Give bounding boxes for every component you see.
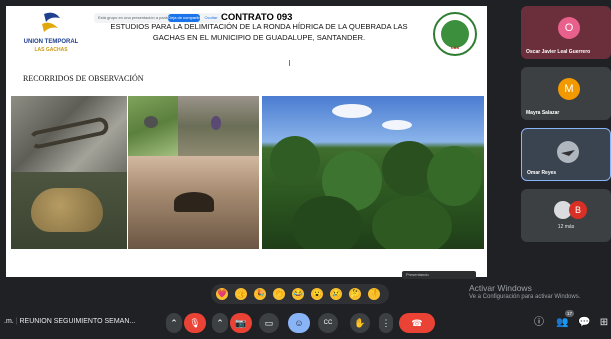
tree-shape bbox=[270, 136, 320, 186]
logo-mark-icon bbox=[42, 12, 60, 32]
union-temporal-logo: UNION TEMPORAL LAS GACHAS bbox=[16, 12, 86, 56]
avatar: B bbox=[569, 201, 587, 219]
slide-title-line1: ESTUDIOS PARA LA DELIMITACIÓN DE LA ROND… bbox=[110, 22, 408, 31]
seal-emblem bbox=[441, 20, 469, 48]
tree-shape bbox=[372, 196, 452, 249]
mic-options-button[interactable]: ⌃ bbox=[166, 313, 182, 333]
more-options-button[interactable]: ⋮ bbox=[379, 313, 393, 333]
meeting-name: REUNION SEGUIMIENTO SEMAN... bbox=[19, 318, 136, 325]
emoji-icon: ☺ bbox=[294, 318, 304, 328]
participant-count-badge: 17 bbox=[565, 310, 574, 317]
raise-hand-button[interactable]: ✋ bbox=[350, 313, 370, 333]
meeting-info: .m. | REUNION SEGUIMIENTO SEMAN... bbox=[4, 318, 135, 325]
people-icon: 👥 bbox=[556, 317, 569, 328]
chevron-up-icon: ⌃ bbox=[216, 318, 224, 328]
bird-shape bbox=[211, 116, 221, 130]
present-button[interactable]: ▭ bbox=[259, 313, 279, 333]
avatar bbox=[557, 141, 579, 163]
chevron-up-icon: ⌃ bbox=[170, 318, 178, 328]
stop-sharing-button[interactable]: Deja de compartir bbox=[168, 14, 200, 22]
hand-icon: ✋ bbox=[354, 318, 366, 328]
participant-tile[interactable]: O Oscar Javier Leal Guerrero bbox=[521, 6, 611, 59]
shared-slide: UNION TEMPORAL LAS GACHAS Está grupo en … bbox=[6, 6, 487, 277]
forest-landscape-photo bbox=[262, 96, 484, 249]
chat-icon: 💬 bbox=[578, 317, 591, 328]
participant-name: Oscar Javier Leal Guerrero bbox=[526, 49, 591, 55]
mouse-cursor-icon bbox=[289, 60, 293, 66]
party-reaction-icon[interactable]: 🎉 bbox=[254, 288, 266, 300]
cas-seal-logo: CAS bbox=[433, 12, 477, 56]
grid-icon: ⊞ bbox=[599, 317, 609, 328]
participant-name: Omar Reyes bbox=[527, 170, 557, 176]
cloud-shape bbox=[382, 120, 412, 130]
present-screen-icon: ▭ bbox=[264, 318, 274, 328]
info-button[interactable]: ⓘ bbox=[533, 317, 545, 329]
bat-shape bbox=[174, 192, 214, 212]
mic-off-icon: 🎙 bbox=[189, 318, 201, 328]
captions-icon: CC bbox=[323, 320, 333, 326]
more-participants-tile[interactable]: B 12 más bbox=[521, 189, 611, 242]
participant-name: Mayra Salazar bbox=[526, 110, 560, 116]
hangup-icon: ☎ bbox=[411, 318, 423, 328]
activate-windows-title: Activar Windows bbox=[469, 283, 532, 293]
bird-shape bbox=[144, 116, 158, 128]
reactions-bar: 💗 👍 🎉 👏 😂 😮 😢 🤔 👎 bbox=[211, 284, 389, 304]
activities-button[interactable]: ⊞ bbox=[598, 317, 610, 329]
chat-button[interactable]: 💬 bbox=[578, 317, 590, 329]
thumbs-up-reaction-icon[interactable]: 👍 bbox=[235, 288, 247, 300]
hide-banner-button[interactable]: Ocultar bbox=[203, 14, 219, 22]
camera-options-button[interactable]: ⌃ bbox=[212, 313, 228, 333]
bird-branch-photo bbox=[178, 96, 259, 156]
mic-button[interactable]: 🎙 bbox=[184, 313, 206, 333]
laugh-reaction-icon[interactable]: 😂 bbox=[292, 288, 304, 300]
toad-photo bbox=[11, 172, 127, 249]
thumbs-down-reaction-icon[interactable]: 👎 bbox=[368, 288, 380, 300]
slide-title-line2: GACHAS EN EL MUNICIPIO DE GUADALUPE, SAN… bbox=[152, 33, 366, 42]
emoji-button[interactable]: ☺ bbox=[288, 313, 310, 333]
snake-photo bbox=[11, 96, 127, 172]
leave-call-button[interactable]: ☎ bbox=[399, 313, 435, 333]
activate-windows-subtitle: Ve a Configuración para activar Windows. bbox=[469, 294, 581, 300]
presenter-label: Presentando bbox=[402, 271, 476, 279]
thinking-reaction-icon[interactable]: 🤔 bbox=[349, 288, 361, 300]
divider: | bbox=[15, 318, 18, 325]
heart-reaction-icon[interactable]: 💗 bbox=[216, 288, 228, 300]
cloud-shape bbox=[332, 104, 372, 118]
section-heading: RECORRIDOS DE OBSERVACIÓN bbox=[23, 74, 144, 83]
clap-reaction-icon[interactable]: 👏 bbox=[273, 288, 285, 300]
bat-rock-photo bbox=[128, 156, 259, 249]
camera-off-icon: 📷 bbox=[235, 318, 247, 328]
more-participants-label: 12 más bbox=[557, 224, 575, 230]
avatar: M bbox=[558, 78, 580, 100]
tree-shape bbox=[292, 196, 362, 249]
more-vert-icon: ⋮ bbox=[381, 318, 391, 328]
meeting-time: .m. bbox=[4, 318, 14, 325]
people-button[interactable]: 👥 bbox=[556, 317, 568, 329]
snake-shape bbox=[28, 115, 110, 151]
tree-shape bbox=[427, 146, 482, 206]
bird-photo bbox=[128, 96, 178, 156]
toad-shape bbox=[31, 188, 103, 232]
captions-button[interactable]: CC bbox=[318, 313, 338, 333]
avatar: O bbox=[558, 17, 580, 39]
participant-tile[interactable]: M Mayra Salazar bbox=[521, 67, 611, 120]
camera-button[interactable]: 📷 bbox=[230, 313, 252, 333]
info-icon: ⓘ bbox=[534, 317, 544, 328]
surprised-reaction-icon[interactable]: 😮 bbox=[311, 288, 323, 300]
participant-tile[interactable]: Omar Reyes bbox=[521, 128, 611, 181]
sad-reaction-icon[interactable]: 😢 bbox=[330, 288, 342, 300]
